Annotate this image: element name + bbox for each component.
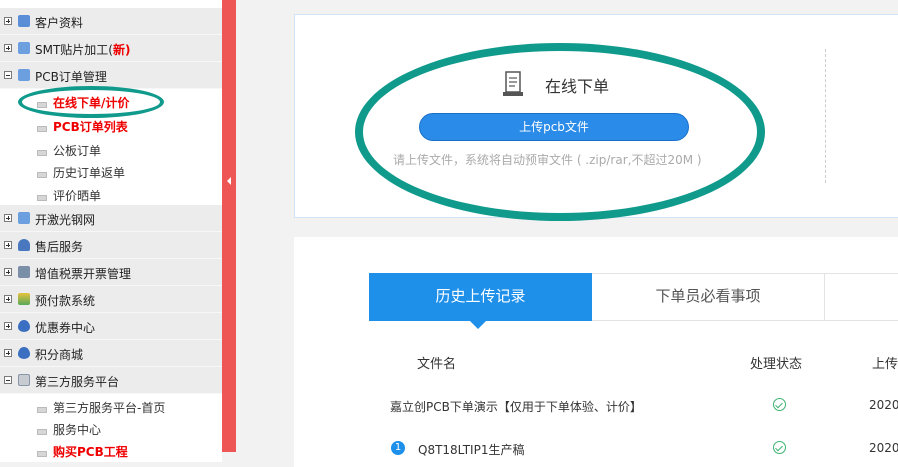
sidebar-group-label: 客户资料 [35,16,84,30]
sidebar-group-points-mall[interactable]: 积分商城 [0,340,222,367]
sidebar-group-pcb-orders[interactable]: PCB订单管理 [0,62,222,89]
document-icon [18,69,30,81]
new-badge: 新 [112,43,125,57]
sidebar-group-after-sales[interactable]: 售后服务 [0,232,222,259]
sidebar-item-reviews[interactable]: 评价晒单 [0,182,222,206]
highlight-ellipse [355,43,765,221]
expand-icon[interactable] [4,214,12,222]
document-icon [18,212,30,224]
window-icon [18,374,30,386]
page-icon [37,407,47,413]
expand-icon[interactable] [4,241,12,249]
sidebar-group-coupons[interactable]: 优惠券中心 [0,313,222,340]
sidebar-group-label: SMT贴片加工(新) [35,43,131,57]
sidebar-group-invoice[interactable]: 增值税票开票管理 [0,259,222,286]
sidebar-group-label: 优惠券中心 [35,321,96,335]
expand-icon[interactable] [4,268,12,276]
coins-icon [18,293,30,305]
sidebar-group-label: PCB订单管理 [35,70,107,84]
sidebar-item-buy-pcb-project[interactable]: 购买PCB工程 [0,438,222,462]
expand-icon[interactable] [4,295,12,303]
page-icon [37,172,47,178]
page-icon [37,150,47,156]
history-card: 历史上传记录 下单员必看事项 文件名 处理状态 上传 嘉立创PCB下单演示【仅用… [294,237,898,467]
shield-icon [18,320,30,332]
row-filename[interactable]: Q8T18LTIP1生产稿 [418,441,524,458]
sidebar-item-service-center[interactable]: 服务中心 [0,416,222,440]
sidebar-group-label: 开激光钢网 [35,213,96,227]
sidebar-group-third-party[interactable]: 第三方服务平台 [0,367,222,394]
sidebar-item-label: 公板订单 [53,144,102,158]
page-icon [37,126,47,132]
document-icon [18,42,30,54]
row-date: 2020- [869,398,898,412]
sidebar-item-label: 服务中心 [53,423,102,437]
row-index-badge: 1 [391,441,405,455]
tab-bar: 历史上传记录 下单员必看事项 [369,273,898,329]
invoice-icon [18,266,30,278]
upload-card: 在线下单 上传pcb文件 请上传文件，系统将自动预审文件 ( .zip/rar,… [294,14,898,221]
sidebar-item-label: 历史订单返单 [53,166,126,180]
collapse-icon[interactable] [4,376,12,384]
check-icon [773,398,786,411]
column-header-filename: 文件名 [417,357,457,372]
sidebar-group-prepay[interactable]: 预付款系统 [0,286,222,313]
divider [825,49,826,183]
expand-icon[interactable] [4,322,12,330]
sidebar-item-label: 评价晒单 [53,189,102,203]
sidebar-item-label: 第三方服务平台-首页 [53,401,166,415]
sidebar-item-label: PCB订单列表 [53,120,128,134]
sidebar-group-label: 增值税票开票管理 [35,267,132,281]
user-icon [18,15,30,27]
expand-icon[interactable] [4,17,12,25]
sidebar-group-label: 预付款系统 [35,294,96,308]
sidebar-item-third-party-home[interactable]: 第三方服务平台-首页 [0,394,222,418]
sidebar-item-reorder[interactable]: 历史订单返单 [0,159,222,183]
person-icon [18,239,30,251]
page-icon [37,429,47,435]
sidebar-group-customer[interactable]: 客户资料 [0,8,222,35]
column-header-status: 处理状态 [750,357,803,372]
sidebar-collapse-bar[interactable] [222,0,236,452]
sidebar-item-public-board[interactable]: 公板订单 [0,137,222,161]
row-date: 2020- [869,441,898,455]
check-icon [773,441,786,454]
tab-order-notes[interactable]: 下单员必看事项 [592,273,825,321]
sidebar-group-smt[interactable]: SMT贴片加工(新) [0,35,222,62]
highlight-ellipse [18,86,164,118]
page-icon [37,195,47,201]
sidebar: 客户资料 SMT贴片加工(新) PCB订单管理 在线下单/计价 PCB订单列表 … [0,0,222,462]
tab-upload-history[interactable]: 历史上传记录 [369,273,592,329]
collapse-icon[interactable] [4,71,12,79]
shield-icon [18,347,30,359]
sidebar-group-stencil[interactable]: 开激光钢网 [0,205,222,232]
sidebar-group-label: 售后服务 [35,240,84,254]
chevron-left-icon[interactable] [227,177,231,185]
row-filename[interactable]: 嘉立创PCB下单演示【仅用于下单体验、计价】 [390,398,642,415]
sidebar-group-label: 积分商城 [35,348,84,362]
column-header-upload-date: 上传 [872,357,898,372]
expand-icon[interactable] [4,349,12,357]
sidebar-group-label: 第三方服务平台 [35,375,120,389]
expand-icon[interactable] [4,44,12,52]
